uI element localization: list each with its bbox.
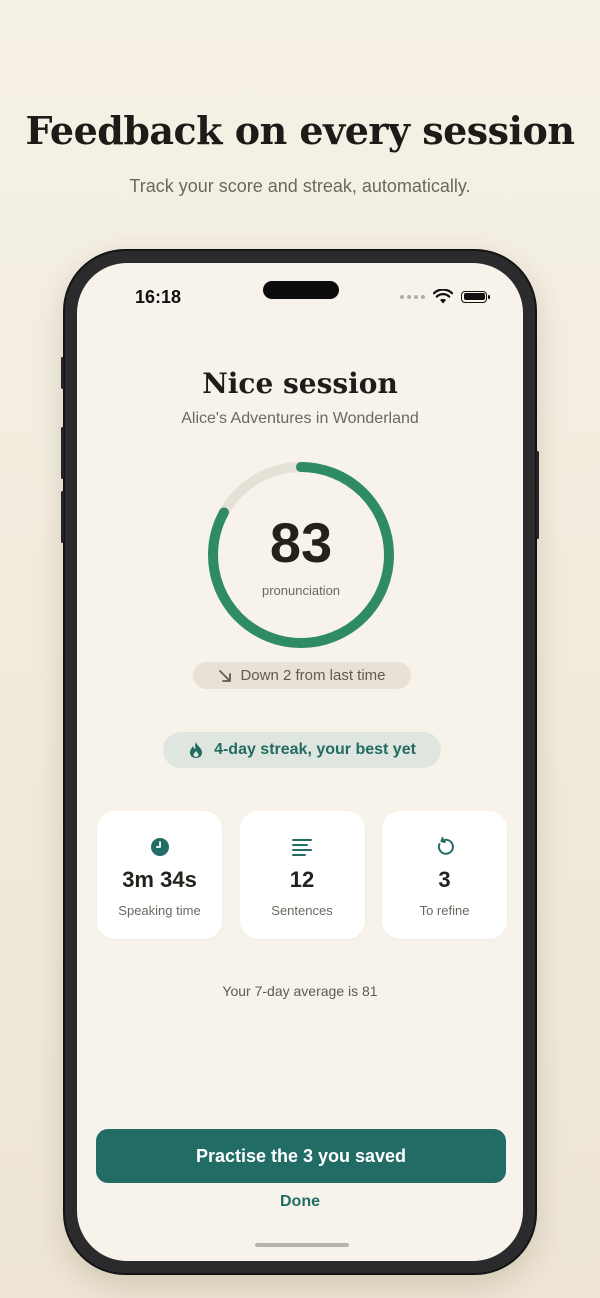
stat-value: 3 — [438, 867, 451, 892]
arrow-down-right-icon — [219, 669, 232, 682]
stat-label: Speaking time — [118, 903, 201, 918]
book-title: Alice's Adventures in Wonderland — [181, 410, 419, 427]
weekly-average: Your 7-day average is 81 — [222, 983, 378, 999]
phone-silent-switch — [61, 357, 64, 389]
stats-cards: 3m 34s Speaking time 12 Sentences 3 To r… — [97, 811, 507, 939]
trend-badge: Down 2 from last time — [193, 662, 411, 689]
stat-value: 12 — [289, 867, 315, 892]
dynamic-island — [263, 281, 339, 299]
stat-value: 3m 34s — [122, 867, 197, 892]
lines-icon — [292, 839, 312, 856]
phone-screen: 16:18 Nice session Alice's Adventures in… — [77, 263, 523, 1261]
marketing-subhead: Track your score and streak, automatical… — [129, 176, 471, 196]
stat-card-speaking-time: 3m 34s Speaking time — [97, 811, 222, 939]
battery-icon — [461, 290, 490, 303]
stat-label: To refine — [419, 903, 470, 918]
score-ring: 83 pronunciation — [205, 459, 397, 651]
practise-saved-button[interactable]: Practise the 3 you saved — [96, 1129, 506, 1183]
streak-badge: 4-day streak, your best yet — [163, 732, 441, 768]
status-time: 16:18 — [135, 287, 182, 307]
done-button[interactable]: Done — [77, 1193, 523, 1211]
refresh-icon — [437, 837, 454, 855]
status-icons — [400, 289, 490, 304]
marketing-headline: Feedback on every session — [25, 108, 575, 153]
flame-icon — [190, 742, 203, 758]
stat-card-sentences: 12 Sentences — [239, 811, 365, 939]
phone-power-button — [536, 451, 539, 539]
phone-volume-up — [61, 427, 64, 479]
signal-dots-icon — [400, 294, 425, 299]
wifi-icon — [433, 289, 453, 304]
streak-text: 4-day streak, your best yet — [214, 741, 416, 758]
stat-label: Sentences — [271, 903, 333, 918]
score-value: 83 — [269, 511, 333, 574]
home-indicator[interactable] — [255, 1243, 349, 1247]
clock-icon — [150, 838, 169, 856]
session-title: Nice session — [202, 367, 398, 400]
phone-frame: 16:18 Nice session Alice's Adventures in… — [61, 249, 539, 1275]
trend-text: Down 2 from last time — [240, 667, 386, 684]
stat-card-to-refine: 3 To refine — [382, 811, 507, 939]
phone-volume-down — [61, 491, 64, 543]
score-label: pronunciation — [261, 583, 341, 598]
